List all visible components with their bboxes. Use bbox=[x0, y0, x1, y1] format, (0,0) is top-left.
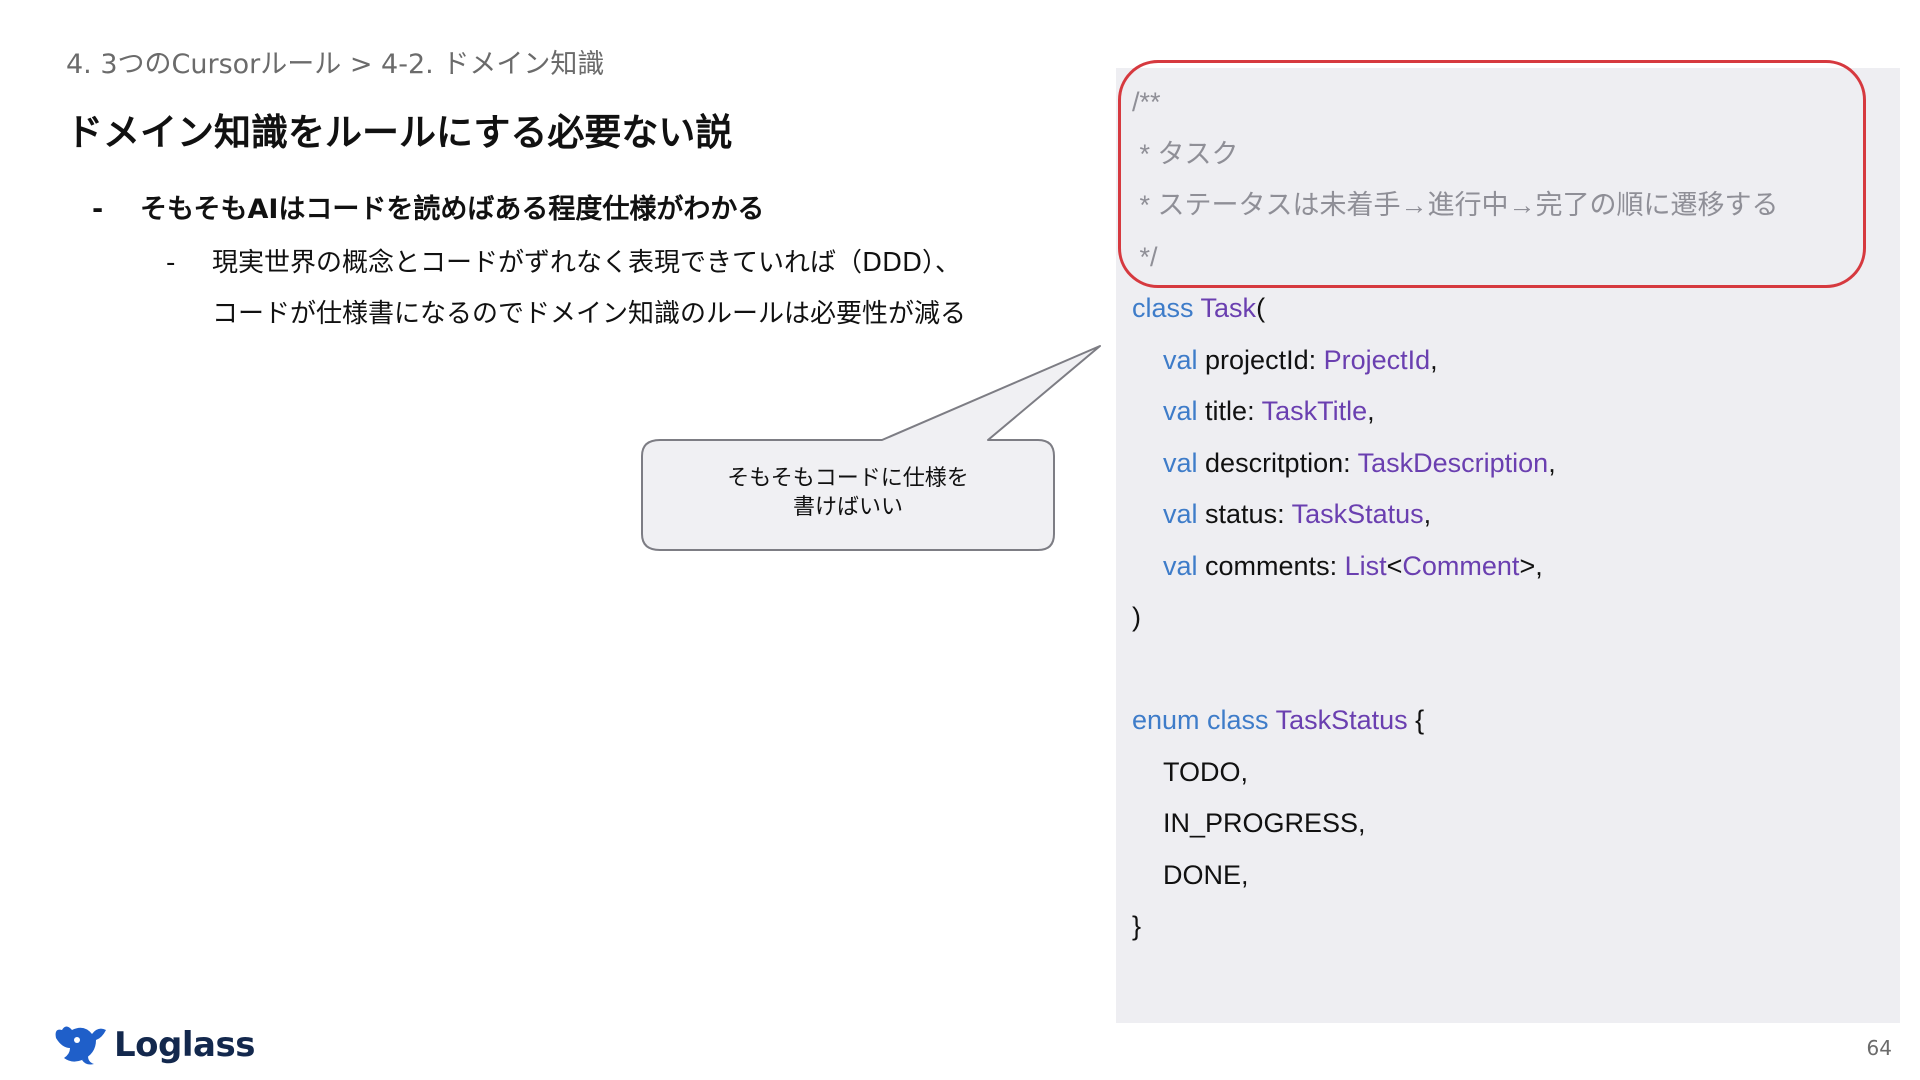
enum-name: TaskStatus bbox=[1275, 705, 1408, 735]
enum-value: TODO, bbox=[1163, 756, 1249, 787]
field-suffix: , bbox=[1367, 396, 1375, 426]
field-type: TaskDescription bbox=[1357, 447, 1549, 478]
callout-text: そもそもコードに仕様を 書けばいい bbox=[642, 464, 1054, 522]
whale-icon bbox=[52, 1020, 108, 1070]
field-name: descritption bbox=[1205, 447, 1344, 478]
code-field-line: val descritption: TaskDescription, bbox=[1163, 447, 1556, 478]
class-keyword: class bbox=[1132, 293, 1194, 323]
field-type: TaskTitle bbox=[1261, 396, 1368, 426]
field-suffix: , bbox=[1430, 344, 1438, 375]
val-keyword: val bbox=[1163, 447, 1198, 478]
field-suffix: , bbox=[1423, 499, 1432, 529]
comment-highlight-box bbox=[1118, 60, 1866, 288]
val-keyword: val bbox=[1163, 344, 1198, 375]
field-name: status bbox=[1205, 499, 1278, 529]
field-name: projectId bbox=[1205, 344, 1309, 375]
code-enum-declaration: enum class TaskStatus { bbox=[1132, 695, 1779, 747]
class-name: Task bbox=[1200, 293, 1257, 323]
code-field-line: val comments: List<Comment>, bbox=[1163, 550, 1543, 581]
loglass-logo: Loglass bbox=[52, 1020, 255, 1070]
page-number: 64 bbox=[1866, 1036, 1892, 1060]
code-field-line: val projectId: ProjectId, bbox=[1163, 344, 1438, 375]
callout-line1: そもそもコードに仕様を bbox=[727, 466, 969, 491]
open-brace: { bbox=[1415, 705, 1425, 735]
code-field-line: val title: TaskTitle, bbox=[1163, 396, 1375, 426]
code-field-line: val status: TaskStatus, bbox=[1163, 499, 1432, 529]
code-class-declaration: class Task( bbox=[1132, 283, 1779, 335]
close-brace: } bbox=[1132, 911, 1142, 941]
close-paren: ) bbox=[1132, 602, 1141, 632]
field-type: ProjectId bbox=[1323, 344, 1431, 375]
field-name: comments bbox=[1205, 550, 1330, 581]
generic-open: < bbox=[1386, 550, 1403, 581]
enum-keyword: enum class bbox=[1132, 705, 1269, 735]
enum-value: IN_PROGRESS, bbox=[1163, 808, 1366, 838]
val-keyword: val bbox=[1163, 396, 1198, 426]
field-name: title bbox=[1205, 396, 1248, 426]
callout-line2: 書けばいい bbox=[792, 495, 903, 520]
field-type: TaskStatus bbox=[1291, 499, 1424, 529]
field-suffix: , bbox=[1535, 550, 1543, 581]
logo-text: Loglass bbox=[114, 1025, 255, 1065]
field-item-type: Comment bbox=[1402, 550, 1520, 581]
generic-close: > bbox=[1519, 550, 1536, 581]
open-paren: ( bbox=[1256, 293, 1266, 323]
field-list-type: List bbox=[1344, 550, 1387, 581]
field-suffix: , bbox=[1548, 447, 1556, 478]
val-keyword: val bbox=[1163, 550, 1198, 581]
enum-value: DONE, bbox=[1163, 859, 1249, 890]
val-keyword: val bbox=[1163, 499, 1198, 529]
